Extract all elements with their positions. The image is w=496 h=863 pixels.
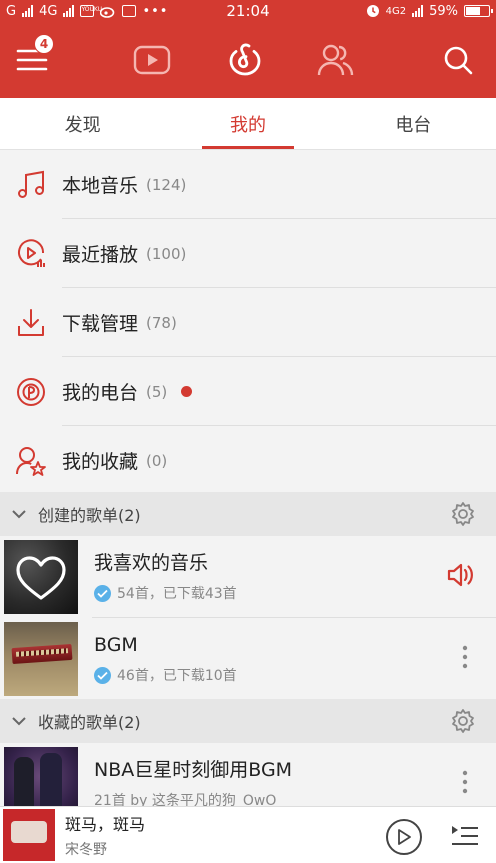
tab-bar: 发现 我的 电台 — [0, 98, 496, 150]
playlist-queue-icon[interactable] — [450, 824, 480, 848]
speaker-icon[interactable] — [446, 562, 474, 588]
playlist-subtitle: 54首，已下载43首 — [117, 586, 237, 602]
friends-tab-button[interactable] — [316, 40, 356, 80]
alarm-icon — [366, 5, 379, 17]
playlist-cover — [4, 540, 78, 614]
status-right: 4G2 59% — [366, 3, 493, 19]
menu-count: (100) — [146, 244, 187, 263]
recent-play-icon — [18, 238, 45, 267]
search-icon — [444, 46, 473, 75]
network2-label: 4G2 — [385, 5, 407, 17]
menu-button[interactable]: 4 — [12, 34, 54, 80]
playlist-cover — [4, 622, 78, 696]
search-button[interactable] — [438, 40, 478, 80]
calendar-icon — [122, 5, 137, 17]
more-icon[interactable] — [460, 769, 470, 795]
menu-label: 下载管理 — [62, 313, 139, 335]
more-notifs-icon: ••• — [142, 3, 169, 19]
menu-label: 最近播放 — [62, 244, 139, 266]
section-title: 收藏的歌单(2) — [38, 713, 141, 732]
menu-count: (124) — [146, 175, 187, 194]
playlist-title: 我喜欢的音乐 — [94, 552, 209, 574]
playlist-row-liked[interactable]: 我喜欢的音乐 54首，已下载43首 — [0, 536, 496, 618]
menu-item-my-radio[interactable]: 我的电台 (5) — [0, 357, 496, 426]
music-tab-button[interactable] — [225, 40, 265, 80]
network-label: 4G — [39, 3, 58, 19]
now-playing-title: 斑马，斑马 — [65, 815, 146, 834]
battery-icon — [464, 5, 493, 17]
tab-discover[interactable]: 发现 — [0, 98, 165, 149]
heart-icon — [16, 556, 66, 600]
menu-item-recent-play[interactable]: 最近播放 (100) — [0, 219, 496, 288]
netease-music-logo — [229, 43, 261, 76]
app-header: 4 — [0, 22, 496, 98]
signal-icon — [22, 5, 34, 17]
chevron-down-icon — [12, 717, 26, 726]
play-button[interactable] — [386, 819, 422, 855]
battery-percent: 59% — [429, 3, 458, 19]
menu-item-downloads[interactable]: 下载管理 (78) — [0, 288, 496, 357]
tab-mine[interactable]: 我的 — [165, 98, 330, 149]
signal-icon-2 — [63, 5, 75, 17]
playlist-row-bgm[interactable]: BGM 46首，已下载10首 — [0, 618, 496, 700]
download-icon — [18, 308, 44, 336]
playlist-subtitle: 46首，已下载10首 — [117, 668, 237, 684]
status-bar: G 4G YOUKU ••• 21:04 4G2 59% — [0, 0, 496, 22]
downloaded-check-icon — [94, 666, 111, 684]
status-left: G 4G YOUKU ••• — [6, 4, 168, 19]
gear-icon[interactable] — [450, 708, 476, 734]
playlist-title: BGM — [94, 634, 138, 656]
menu-label: 我的电台 — [62, 382, 139, 404]
chevron-down-icon — [12, 510, 26, 519]
signal-icon-3 — [412, 5, 424, 17]
menu-label: 本地音乐 — [62, 175, 139, 197]
new-content-dot — [181, 386, 193, 397]
gear-icon[interactable] — [450, 501, 476, 527]
mini-player[interactable]: 斑马，斑马 宋冬野 — [0, 806, 496, 863]
music-note-icon — [18, 170, 44, 198]
friends-icon — [317, 44, 354, 76]
menu-count: (5) — [146, 382, 168, 401]
video-play-icon — [133, 45, 171, 75]
video-tab-button[interactable] — [132, 40, 172, 80]
carrier-label: G — [6, 3, 17, 19]
now-playing-artist: 宋冬野 — [65, 842, 107, 858]
radio-icon — [17, 377, 45, 406]
more-icon[interactable] — [460, 644, 470, 670]
clock: 21:04 — [226, 2, 270, 20]
notification-app-icon: YOUKU — [80, 5, 102, 17]
collected-playlists-header[interactable]: 收藏的歌单(2) — [0, 699, 496, 743]
album-art — [3, 809, 55, 861]
album-art-inner — [11, 821, 47, 843]
menu-count: (0) — [146, 451, 168, 470]
menu-badge: 4 — [34, 34, 54, 54]
play-icon — [398, 829, 411, 845]
downloaded-check-icon — [94, 584, 111, 602]
playlist-title: NBA巨星时刻御用BGM — [94, 759, 293, 781]
menu-item-local-music[interactable]: 本地音乐 (124) — [0, 150, 496, 219]
tab-radio[interactable]: 电台 — [331, 98, 496, 149]
section-title: 创建的歌单(2) — [38, 506, 141, 525]
favorites-icon — [16, 446, 46, 476]
my-music-menu: 本地音乐 (124) 最近播放 (100) 下载管理 (78) 我的电台 (5)… — [0, 150, 496, 495]
menu-count: (78) — [146, 313, 177, 332]
menu-item-favorites[interactable]: 我的收藏 (0) — [0, 426, 496, 495]
menu-label: 我的收藏 — [62, 451, 139, 473]
weibo-icon — [100, 7, 115, 18]
created-playlists-header[interactable]: 创建的歌单(2) — [0, 492, 496, 536]
